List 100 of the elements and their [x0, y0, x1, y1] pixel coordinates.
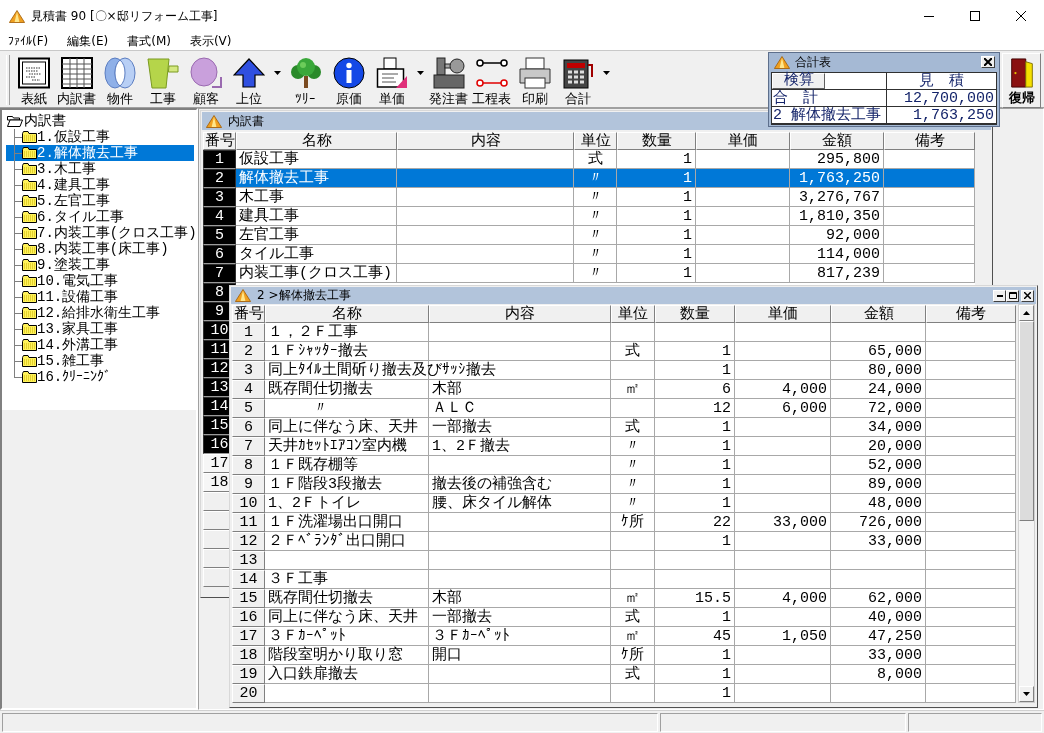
scroll-down-button[interactable] — [1019, 686, 1034, 702]
table-cell — [611, 684, 655, 703]
row-number: 7 — [232, 437, 265, 456]
folder-icon — [22, 195, 37, 207]
row-number: 8 — [232, 456, 265, 475]
return-button[interactable]: 復帰 — [1002, 53, 1041, 108]
row-number: 12 — [232, 532, 265, 551]
table-cell: ３Ｆ工事 — [265, 570, 611, 589]
column-header: 単価 — [735, 305, 831, 323]
scrollbar[interactable] — [1018, 304, 1035, 703]
toolbar-button[interactable]: ﾂﾘｰ — [284, 55, 327, 107]
toolbar-button[interactable]: 内訳書 — [55, 55, 98, 107]
folder-icon — [22, 147, 37, 159]
toolbar-button[interactable]: 発注書 — [427, 55, 470, 107]
tree-icon — [289, 57, 322, 89]
calculator-icon — [561, 57, 594, 89]
tree-item[interactable]: 4.建具工事 — [6, 177, 194, 193]
table-row[interactable]: タイル工事 〃 1 114,000 — [236, 245, 975, 264]
tree-item[interactable]: 13.家具工事 — [6, 321, 194, 337]
table-row[interactable]: 建具工事 〃 1 1,810,350 — [236, 207, 975, 226]
row-number: 2 — [232, 342, 265, 361]
tree-item[interactable]: 内訳書 — [6, 113, 196, 129]
window-title: 2 >解体撤去工事 — [257, 287, 351, 304]
scrollbar-thumb[interactable] — [1019, 321, 1034, 521]
tree-item[interactable]: 9.塗装工事 — [6, 257, 194, 273]
row-number: 18 — [232, 646, 265, 665]
menu-item[interactable]: 表示(V) — [182, 32, 239, 50]
row-number: 10 — [232, 494, 265, 513]
tree-item[interactable]: 5.左官工事 — [6, 193, 194, 209]
row-number: 19 — [232, 665, 265, 684]
tree-item[interactable]: 8.内装工事(床工事) — [6, 241, 194, 257]
column-header: 見 積 — [918, 73, 964, 89]
column-header: 数量 — [655, 305, 735, 323]
folder-icon — [22, 355, 37, 367]
table-row[interactable]: 仮設工事 式 1 295,800 — [236, 150, 975, 169]
table-cell: 解体撤去工事 — [236, 169, 574, 188]
table-cell: 左官工事 — [236, 226, 574, 245]
column-header: 番号 — [232, 305, 265, 323]
table-row[interactable]: 木工事 〃 1 3,276,767 — [236, 188, 975, 207]
folder-icon — [22, 243, 37, 255]
toolbar-button[interactable]: 工事 — [141, 55, 184, 107]
tree-item[interactable]: 7.内装工事(クロス工事) — [6, 225, 194, 241]
toolbar-button[interactable]: 表紙 — [12, 55, 55, 107]
tree-item[interactable]: 6.タイル工事 — [6, 209, 194, 225]
row-number: 17 — [232, 627, 265, 646]
table-row[interactable]: 解体撤去工事 〃 1 1,763,250 — [236, 169, 975, 188]
table-icon — [60, 57, 93, 89]
row-number: 5 — [203, 226, 236, 245]
row-number: 16 — [232, 608, 265, 627]
column-header: 備考 — [884, 132, 975, 150]
check-button[interactable]: 検算 — [772, 73, 825, 89]
table-cell: 合 計 — [773, 90, 818, 106]
device-icon — [432, 57, 465, 89]
table-cell: 内装工事(クロス工事) — [236, 264, 574, 283]
tree-item[interactable]: 15.雑工事 — [6, 353, 194, 369]
menu-item[interactable]: ﾌｧｲﾙ(F) — [1, 32, 56, 50]
oval-icon — [189, 57, 222, 89]
table-row[interactable]: 左官工事 〃 1 92,000 — [236, 226, 975, 245]
table-row[interactable]: 内装工事(クロス工事) 〃 1 817,239 — [236, 264, 975, 283]
toolbar-button[interactable]: 単価 — [370, 55, 413, 107]
close-button[interactable] — [981, 56, 995, 68]
column-header: 内容 — [397, 132, 574, 150]
tree-item[interactable]: 12.給排水衛生工事 — [6, 305, 194, 321]
tree-item[interactable]: 2.解体撤去工事 — [6, 145, 194, 161]
table-cell: 同上ﾀｲﾙ土間斫り撤去及びｻｯｼ撤去 — [265, 361, 611, 380]
pyramid-icon — [9, 9, 25, 23]
table-cell: 1 — [655, 684, 735, 703]
table-cell: 12,700,000 — [904, 90, 994, 106]
menu-item[interactable]: 書式(M) — [120, 32, 178, 50]
toolbar-button[interactable]: 工程表 — [470, 55, 513, 107]
window-title: 見積書 90 [〇×邸リフォーム工事] — [31, 7, 218, 25]
tree-item[interactable]: 16.ｸﾘｰﾆﾝｸﾞ — [6, 369, 194, 385]
row-number: 11 — [232, 513, 265, 532]
menu-item[interactable]: 編集(E) — [60, 32, 116, 50]
toolbar-button[interactable]: 上位 — [227, 55, 270, 107]
toolbar-button[interactable]: 印刷 — [513, 55, 556, 107]
toolbar-button[interactable]: 原価 — [327, 55, 370, 107]
toolbar-button[interactable]: 合計 — [556, 55, 599, 107]
minimize-button[interactable] — [993, 289, 1006, 302]
row-number: 1 — [203, 150, 236, 169]
close-button[interactable] — [1021, 289, 1034, 302]
folder-icon — [22, 211, 37, 223]
column-header: 名称 — [265, 305, 429, 323]
tree-item[interactable]: 11.設備工事 — [6, 289, 194, 305]
folder-icon — [22, 163, 37, 175]
column-header: 単位 — [574, 132, 617, 150]
minimize-icon — [924, 15, 934, 17]
caret-icon — [273, 71, 281, 75]
table-cell: 木工事 — [236, 188, 574, 207]
row-number: 14 — [232, 570, 265, 589]
maximize-button[interactable] — [1006, 289, 1019, 302]
tree-item[interactable]: 1.仮設工事 — [6, 129, 194, 145]
scroll-up-button[interactable] — [1019, 305, 1034, 321]
tree-item[interactable]: 10.電気工事 — [6, 273, 194, 289]
toolbar-button[interactable]: 物件 — [98, 55, 141, 107]
tree-item[interactable]: 3.木工事 — [6, 161, 194, 177]
column-header: 備考 — [926, 305, 1016, 323]
tree-item[interactable]: 14.外溝工事 — [6, 337, 194, 353]
toolbar-button[interactable]: 顧客 — [184, 55, 227, 107]
column-header: 内容 — [429, 305, 611, 323]
